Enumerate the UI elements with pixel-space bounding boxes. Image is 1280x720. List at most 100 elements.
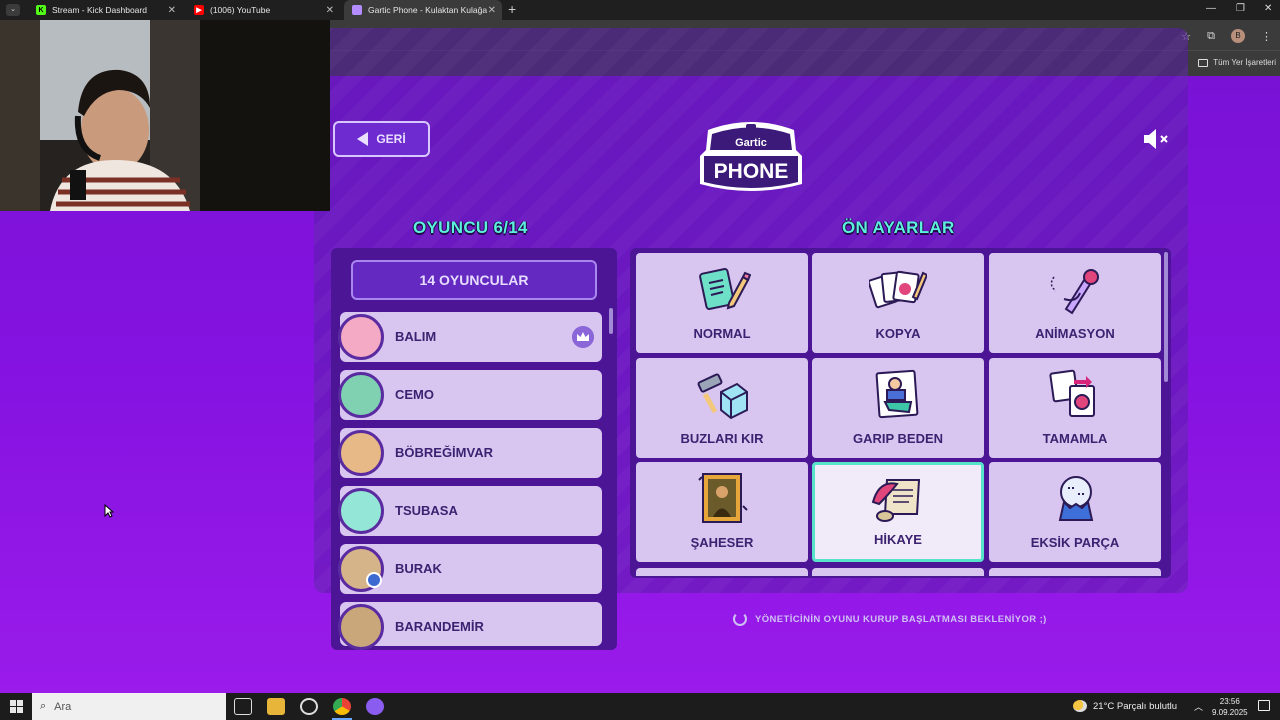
system-clock[interactable]: 23:56 9.09.2025 xyxy=(1212,696,1248,718)
folder-icon xyxy=(1198,58,1209,67)
preset-saheser[interactable]: ŞAHESER xyxy=(636,462,808,562)
player-name: BALIM xyxy=(395,329,437,344)
preset-label: NORMAL xyxy=(693,326,751,341)
loading-spinner-icon xyxy=(733,612,747,626)
tab-kick-dashboard[interactable]: K Stream - Kick Dashboard ✕ xyxy=(28,0,182,20)
restore-icon[interactable]: ❐ xyxy=(1236,3,1245,14)
search-placeholder: Ara xyxy=(54,700,72,713)
back-label: GERİ xyxy=(376,132,406,146)
all-bookmarks-button[interactable]: Tüm Yer İşaretleri xyxy=(1198,58,1276,67)
tab-title: Gartic Phone - Kulaktan Kulağa xyxy=(368,5,488,15)
avatar xyxy=(338,430,384,476)
story-scroll-icon xyxy=(871,479,921,522)
preset-label: TAMAMLA xyxy=(1042,431,1108,446)
tab-title: (1006) YouTube xyxy=(210,5,271,15)
taskbar-search-input[interactable]: ⌕ Ara xyxy=(32,693,226,720)
chevron-up-icon[interactable]: ︿ xyxy=(1194,700,1203,713)
crown-icon xyxy=(572,326,594,348)
preset-tamamla[interactable]: TAMAMLA xyxy=(989,358,1161,458)
clock-date: 9.09.2025 xyxy=(1212,708,1248,717)
avatar xyxy=(338,372,384,418)
player-name: TSUBASA xyxy=(395,503,458,518)
file-explorer-icon[interactable] xyxy=(267,698,285,715)
avatar xyxy=(338,488,384,534)
avatar xyxy=(338,604,384,650)
youtube-icon: ▶ xyxy=(194,5,204,15)
preset-row-peek xyxy=(812,568,984,576)
weather-icon xyxy=(1073,700,1087,712)
players-title: OYUNCU 6/14 xyxy=(413,218,528,237)
preset-buzlari-kir[interactable]: BUZLARI KIR xyxy=(636,358,808,458)
preset-eksik-parca[interactable]: EKSİK PARÇA xyxy=(989,462,1161,562)
windows-start-icon[interactable] xyxy=(10,700,23,713)
player-list-scrollbar[interactable] xyxy=(609,308,613,334)
preset-label: ANİMASYON xyxy=(1035,326,1115,341)
window-close-icon[interactable]: ✕ xyxy=(1264,3,1272,14)
list-item: BÖBREĞİMVAR xyxy=(338,428,602,478)
preset-row-peek xyxy=(636,568,808,576)
preset-normal[interactable]: NORMAL xyxy=(636,253,808,353)
player-name: CEMO xyxy=(395,387,434,402)
search-icon: ⌕ xyxy=(40,700,47,712)
notepad-pencil-icon xyxy=(699,268,751,310)
webcam-overlay xyxy=(0,20,330,211)
logo-top-text: Gartic xyxy=(735,137,767,149)
player-name: BÖBREĞİMVAR xyxy=(395,445,493,460)
list-item: TSUBASA xyxy=(338,486,602,536)
preset-animasyon[interactable]: ANİMASYON xyxy=(989,253,1161,353)
cards-pencil-icon xyxy=(869,270,927,309)
player-count-button[interactable]: 14 OYUNCULAR xyxy=(351,260,597,300)
close-icon[interactable]: ✕ xyxy=(326,5,334,16)
tab-search-button[interactable]: ⌄ xyxy=(6,4,20,16)
preset-label: HİKAYE xyxy=(874,532,922,547)
hammer-ice-icon xyxy=(697,373,748,420)
mouse-cursor-icon xyxy=(104,504,114,518)
player-name: BURAK xyxy=(395,561,442,576)
avatar xyxy=(338,314,384,360)
presets-title: ÖN AYARLAR xyxy=(842,218,955,237)
weird-body-icon xyxy=(875,369,919,419)
preset-label: BUZLARI KIR xyxy=(680,431,764,446)
preset-label: EKSİK PARÇA xyxy=(1030,535,1120,550)
tab-gartic-phone[interactable]: Gartic Phone - Kulaktan Kulağa ✕ xyxy=(344,0,502,20)
tab-youtube[interactable]: ▶ (1006) YouTube ✕ xyxy=(186,0,340,20)
preset-label: GARIP BEDEN xyxy=(852,431,944,446)
waiting-status: YÖNETİCİNİN OYUNU KURUP BAŞLATMASI BEKLE… xyxy=(733,612,1047,626)
animation-pencil-icon xyxy=(1050,269,1099,315)
preset-label: KOPYA xyxy=(875,326,921,341)
profile-avatar[interactable]: B xyxy=(1231,29,1245,43)
list-item: CEMO xyxy=(338,370,602,420)
logo-bottom-text: PHONE xyxy=(714,160,789,183)
preset-label: ŞAHESER xyxy=(690,535,754,550)
preset-scrollbar[interactable] xyxy=(1164,252,1168,382)
gartic-phone-logo: Gartic PHONE xyxy=(700,122,802,191)
all-bookmarks-label: Tüm Yer İşaretleri xyxy=(1213,58,1276,67)
player-name: BARANDEMİR xyxy=(395,619,484,634)
preset-kopya[interactable]: KOPYA xyxy=(812,253,984,353)
close-icon[interactable]: ✕ xyxy=(168,5,176,16)
list-item: BARANDEMİR xyxy=(338,602,602,650)
kick-icon: K xyxy=(36,5,46,15)
preset-row-peek xyxy=(989,568,1161,576)
chrome-icon[interactable] xyxy=(333,698,351,715)
preset-hikaye[interactable]: HİKAYE xyxy=(812,462,984,562)
discord-icon[interactable] xyxy=(366,698,384,715)
list-item: BALIM xyxy=(338,312,602,362)
new-tab-button[interactable]: + xyxy=(508,1,516,17)
mute-icon[interactable] xyxy=(1142,128,1172,150)
weather-widget[interactable]: 21°C Parçalı bulutlu xyxy=(1073,700,1177,712)
task-view-icon[interactable] xyxy=(234,698,252,715)
missing-piece-icon xyxy=(1058,476,1094,521)
gartic-icon xyxy=(352,5,362,15)
extensions-icon[interactable]: ⧉ xyxy=(1207,30,1215,43)
preset-garip-beden[interactable]: GARIP BEDEN xyxy=(812,358,984,458)
weather-text: 21°C Parçalı bulutlu xyxy=(1093,700,1178,712)
back-button[interactable]: GERİ xyxy=(333,121,430,157)
clock-time: 23:56 xyxy=(1219,697,1240,706)
notification-icon[interactable] xyxy=(1258,700,1270,711)
windows-taskbar: ⌕ Ara 21°C Parçalı bulutlu ︿ 23:56 9.09.… xyxy=(0,693,1280,720)
close-icon[interactable]: ✕ xyxy=(488,5,496,16)
kebab-menu-icon[interactable]: ⋮ xyxy=(1261,30,1272,43)
obs-icon[interactable] xyxy=(300,698,318,715)
minimize-icon[interactable]: — xyxy=(1206,3,1216,14)
